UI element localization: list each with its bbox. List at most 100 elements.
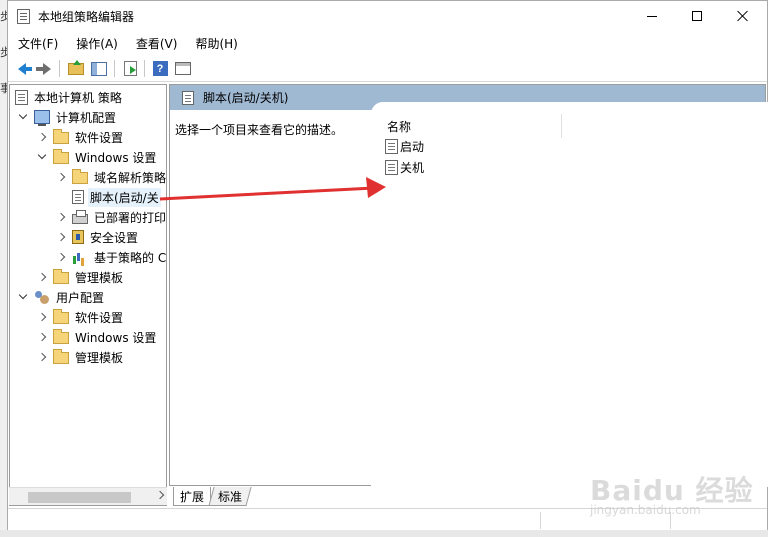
menu-view[interactable]: 查看(V) [126,32,186,54]
back-button[interactable] [12,59,32,78]
tree-item-root[interactable]: 本地计算机 策略 [15,87,124,107]
column-header-name[interactable]: 名称 [387,118,411,135]
tree-item-windows-settings[interactable]: Windows 设置 [36,147,158,167]
app-icon [17,9,30,24]
expand-chevron-icon[interactable] [36,271,48,283]
tree-item-user-config[interactable]: 用户配置 [17,287,106,307]
export-list-icon [123,61,137,76]
expand-chevron-icon[interactable] [55,211,67,223]
security-shield-icon [72,230,84,244]
forward-arrow-icon [36,62,51,75]
tab-extended[interactable]: 扩展 [173,487,212,506]
tree-item-label: 域名解析策略 [94,170,167,185]
scroll-right-icon[interactable] [155,490,165,500]
menu-action[interactable]: 操作(A) [66,32,126,54]
script-icon [385,139,398,154]
tree-item-label: 计算机配置 [56,110,117,125]
tree-item-user-admin-templates[interactable]: 管理模板 [36,347,125,367]
computer-icon [34,110,50,126]
toolbar-divider [144,60,145,77]
tree-horizontal-scrollbar[interactable] [9,487,167,505]
list-item-shutdown[interactable]: 关机 [385,158,424,177]
script-icon [385,160,398,175]
tree-item-name-resolution-policy[interactable]: 域名解析策略 [55,167,167,187]
script-icon [72,190,84,204]
tree-item-label: 脚本(启动/关 [88,187,161,207]
close-icon [737,10,749,22]
folder-icon [53,328,69,344]
tree-item-label: Windows 设置 [75,330,157,345]
expand-chevron-icon[interactable] [36,311,48,323]
folder-icon [72,168,88,184]
help-icon: ? [152,61,168,76]
expand-chevron-icon[interactable] [36,131,48,143]
tree-item-label: 已部署的打印 [94,210,167,225]
tree-item-scripts[interactable]: 脚本(启动/关 [55,187,161,207]
tree-item-admin-templates[interactable]: 管理模板 [36,267,125,287]
expand-chevron-icon[interactable] [55,231,67,243]
bar-chart-icon [72,250,88,264]
list-item-startup[interactable]: 启动 [385,137,424,156]
help-button[interactable]: ? [150,59,170,78]
description-text: 选择一个项目来查看它的描述。 [175,123,344,137]
back-arrow-icon [18,62,32,75]
tree-item-label: 安全设置 [90,230,139,245]
scrollbar-thumb[interactable] [28,492,131,503]
collapse-chevron-icon[interactable] [17,291,29,303]
window-title: 本地组策略编辑器 [38,10,135,24]
minimize-button[interactable] [629,1,675,31]
close-button[interactable] [720,1,766,31]
export-list-button[interactable] [120,59,140,78]
show-hide-tree-button[interactable] [89,59,109,78]
tree-item-label: 软件设置 [75,130,124,145]
tree-item-label: 管理模板 [75,350,124,365]
expand-chevron-icon[interactable] [55,171,67,183]
column-divider[interactable] [561,114,562,138]
printer-icon [72,209,88,224]
status-divider [540,512,541,529]
details-header-title: 脚本(启动/关机) [203,91,289,105]
folder-icon [53,148,69,164]
folder-icon [53,348,69,364]
tree-item-label: 基于策略的 C [94,250,167,265]
expand-chevron-icon[interactable] [36,351,48,363]
bottom-edge [0,530,768,537]
status-bar [8,508,767,531]
expand-chevron-icon[interactable] [55,251,67,263]
up-one-level-button[interactable] [66,59,86,78]
expand-chevron-icon[interactable] [36,331,48,343]
tree-item-label: 软件设置 [75,310,124,325]
collapse-chevron-icon[interactable] [17,111,29,123]
folder-icon [53,308,69,324]
maximize-button[interactable] [674,1,720,31]
tree-item-computer-config[interactable]: 计算机配置 [17,107,118,127]
menu-file[interactable]: 文件(F) [8,32,66,54]
users-icon [34,290,50,304]
scripts-list[interactable]: 名称 启动 关机 [371,102,768,487]
script-icon [182,90,194,105]
forward-button[interactable] [34,59,54,78]
properties-button[interactable] [173,59,193,78]
tree-item-policy-based-qos[interactable]: 基于策略的 C [55,247,167,267]
toolbar-divider [114,60,115,77]
minimize-icon [647,15,657,17]
properties-icon [175,62,191,75]
tree-item-label: Windows 设置 [75,150,157,165]
up-folder-icon [68,59,84,75]
list-item-label: 关机 [400,161,425,175]
tree-item-deployed-printers[interactable]: 已部署的打印 [55,207,167,227]
console-tree[interactable]: 本地计算机 策略 计算机配置 软件设置 Windows 设置 域名解析策略 脚本… [9,84,167,506]
tree-item-label: 本地计算机 策略 [34,90,122,105]
list-item-label: 启动 [400,140,425,154]
tree-item-label: 用户配置 [56,290,105,305]
toolbar-divider [59,60,60,77]
tab-standard[interactable]: 标准 [208,487,252,506]
tree-item-user-software-settings[interactable]: 软件设置 [36,307,125,327]
folder-icon [53,268,69,284]
title-bar[interactable]: 本地组策略编辑器 [8,1,767,31]
collapse-chevron-icon[interactable] [36,151,48,163]
tree-item-user-windows-settings[interactable]: Windows 设置 [36,327,158,347]
tree-item-security-settings[interactable]: 安全设置 [55,227,140,247]
menu-help[interactable]: 帮助(H) [185,32,245,54]
tree-item-software-settings[interactable]: 软件设置 [36,127,125,147]
